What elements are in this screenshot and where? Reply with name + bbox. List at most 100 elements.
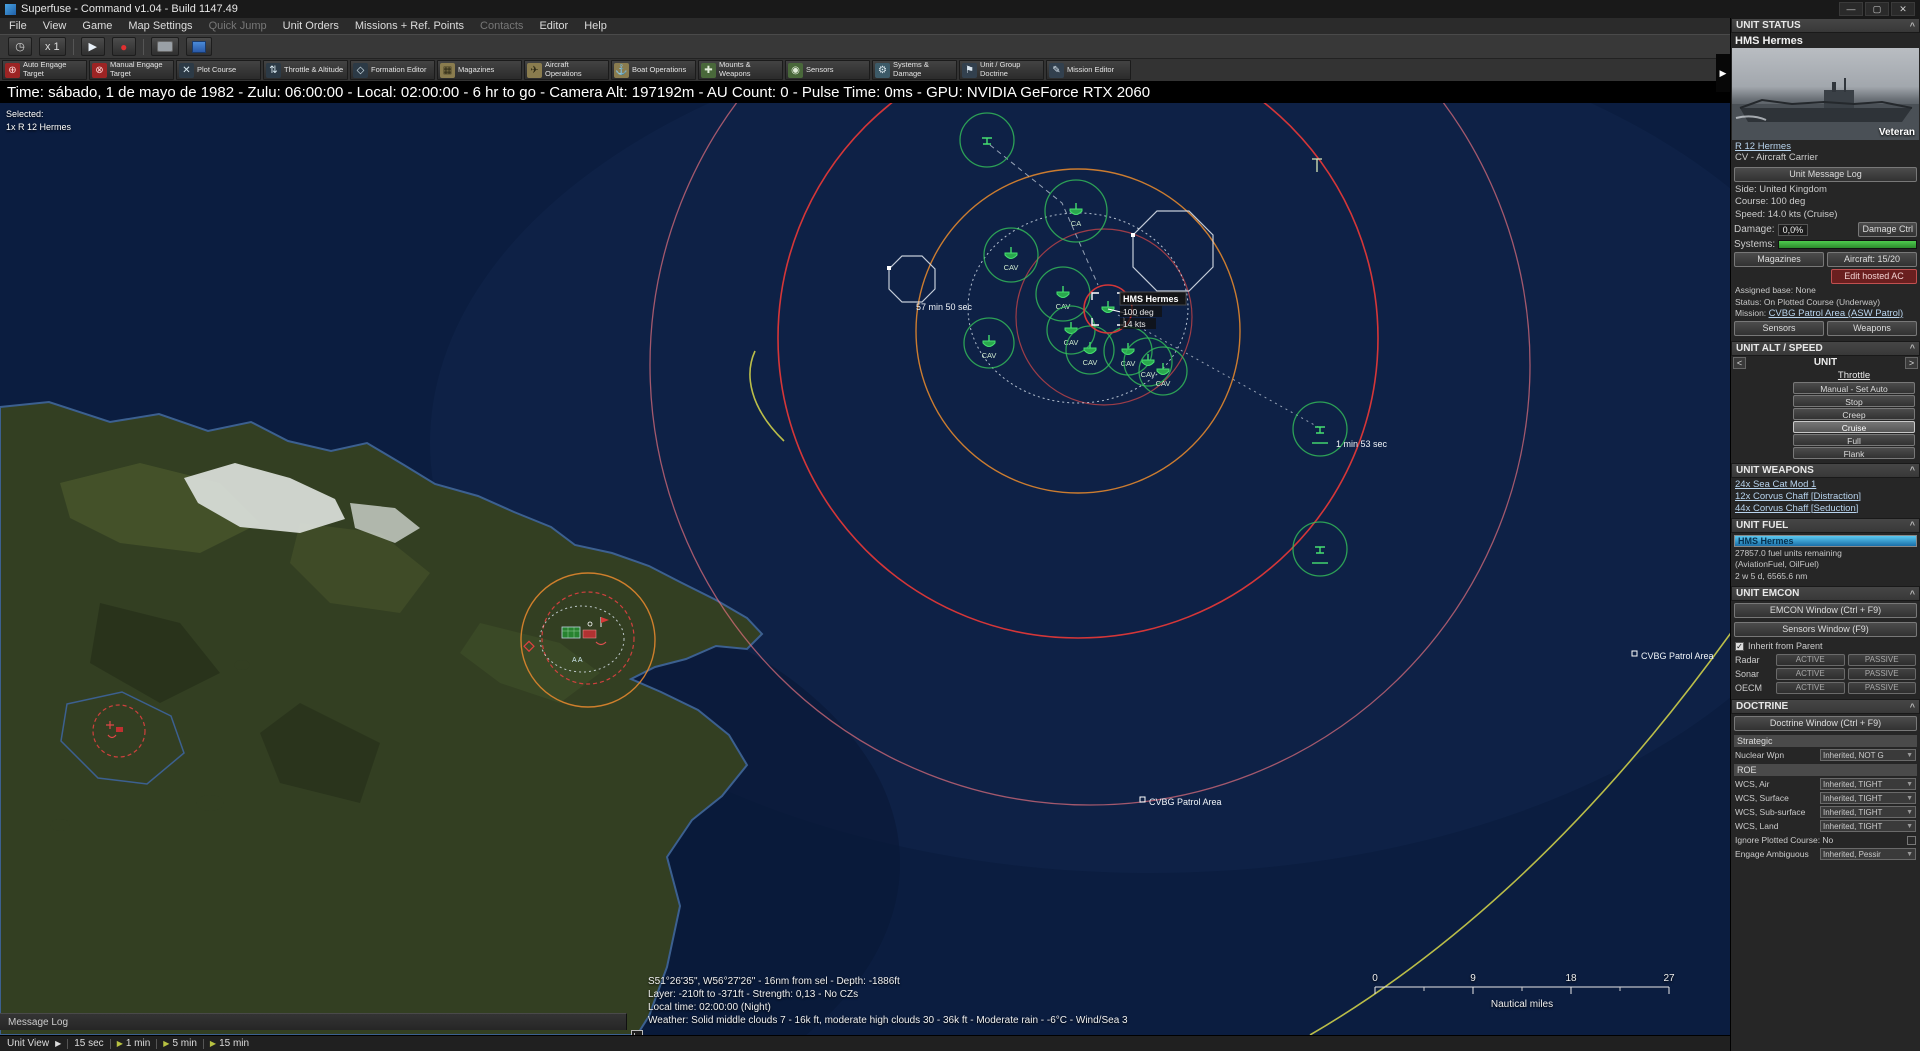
engage-ambiguous-dropdown[interactable]: Inherited, Pessir ▼	[1820, 848, 1916, 860]
tactical-map[interactable]: 57 min 50 sec CA CAV CA	[0, 103, 1730, 1035]
wcs-land-dropdown[interactable]: Inherited, TIGHT ▼	[1820, 820, 1916, 832]
close-button[interactable]: ✕	[1891, 2, 1915, 16]
oecm-passive-button[interactable]: PASSIVE	[1848, 682, 1917, 694]
ribbon-boat-operations[interactable]: ⚓Boat Operations	[611, 60, 696, 80]
throttle-stop-button[interactable]: Stop	[1793, 395, 1915, 407]
ribbon-formation-editor[interactable]: ◇Formation Editor	[350, 60, 435, 80]
radar-active-button[interactable]: ACTIVE	[1776, 654, 1845, 666]
throttle-creep-button[interactable]: Creep	[1793, 408, 1915, 420]
throttle-flank-button[interactable]: Flank	[1793, 447, 1915, 459]
ribbon-auto-engage-target[interactable]: ⊕Auto Engage Target	[2, 60, 87, 80]
ribbon-sensors[interactable]: ◉Sensors	[785, 60, 870, 80]
doctrine-window-button[interactable]: Doctrine Window (Ctrl + F9)	[1734, 716, 1917, 731]
damage-ctrl-button[interactable]: Damage Ctrl	[1858, 222, 1917, 237]
wcs-land-row: WCS, Land Inherited, TIGHT ▼	[1731, 819, 1920, 833]
doctrine-header[interactable]: DOCTRINE ^	[1731, 699, 1920, 714]
play-icon[interactable]: ▶	[81, 37, 105, 56]
next-unit-button[interactable]: >	[1905, 357, 1918, 369]
collapse-icon[interactable]: ^	[1910, 343, 1915, 353]
unit-fuel-header[interactable]: UNIT FUEL ^	[1731, 518, 1920, 533]
menu-file[interactable]: File	[9, 20, 27, 32]
ribbon-mounts-weapons[interactable]: ✚Mounts & Weapons	[698, 60, 783, 80]
ribbon-mission-editor[interactable]: ✎Mission Editor	[1046, 60, 1131, 80]
stores-row: Magazines Aircraft: 15/20	[1731, 251, 1920, 268]
inherit-parent-row[interactable]: ✓ Inherit from Parent	[1731, 639, 1920, 653]
wcs-subsurface-dropdown[interactable]: Inherited, TIGHT ▼	[1820, 806, 1916, 818]
edit-hosted-ac-button[interactable]: Edit hosted AC	[1831, 269, 1917, 284]
throttle-cruise-button[interactable]: Cruise	[1793, 421, 1915, 433]
mission-link[interactable]: CVBG Patrol Area (ASW Patrol)	[1769, 308, 1904, 319]
unit-message-log-button[interactable]: Unit Message Log	[1734, 167, 1917, 182]
unit-class-link[interactable]: R 12 Hermes	[1731, 140, 1920, 152]
ribbon-unit-group-doctrine[interactable]: ⚑Unit / Group Doctrine	[959, 60, 1044, 80]
radar-passive-button[interactable]: PASSIVE	[1848, 654, 1917, 666]
wcs-surface-dropdown[interactable]: Inherited, TIGHT ▼	[1820, 792, 1916, 804]
panel-collapse-arrow[interactable]: ▶	[1716, 54, 1730, 92]
oecm-active-button[interactable]: ACTIVE	[1776, 682, 1845, 694]
maximize-button[interactable]: ▢	[1865, 2, 1889, 16]
minimize-button[interactable]: —	[1839, 2, 1863, 16]
sonar-active-button[interactable]: ACTIVE	[1776, 668, 1845, 680]
unit-nav-label: UNIT	[1748, 357, 1903, 368]
nuclear-wpn-dropdown[interactable]: Inherited, NOT G ▼	[1820, 749, 1916, 761]
menu-map-settings[interactable]: Map Settings	[128, 20, 192, 32]
collapse-icon[interactable]: ^	[1910, 702, 1915, 712]
manual-set-auto-button[interactable]: Manual - Set Auto	[1793, 382, 1915, 394]
aircraft-button[interactable]: Aircraft: 15/20	[1827, 252, 1917, 267]
menu-unit-orders[interactable]: Unit Orders	[283, 20, 339, 32]
throttle-full-button[interactable]: Full	[1793, 434, 1915, 446]
clock-icon[interactable]: ◷	[8, 37, 32, 56]
weapon-link[interactable]: 24x Sea Cat Mod 1	[1731, 478, 1920, 490]
collapse-icon[interactable]: ^	[1910, 21, 1915, 31]
menu-editor[interactable]: Editor	[539, 20, 568, 32]
ribbon-systems-damage[interactable]: ⚙Systems & Damage	[872, 60, 957, 80]
svg-text:CAV: CAV	[1156, 379, 1171, 388]
menu-game[interactable]: Game	[82, 20, 112, 32]
unit-alt-speed-header[interactable]: UNIT ALT / SPEED ^	[1731, 341, 1920, 356]
menu-view[interactable]: View	[43, 20, 67, 32]
speed-5-min[interactable]: ▶ 5 min	[163, 1038, 197, 1049]
collapse-icon[interactable]: ^	[1910, 520, 1915, 530]
ribbon-magazines[interactable]: ▦Magazines	[437, 60, 522, 80]
ignore-plotted-course-row[interactable]: Ignore Plotted Course: No	[1731, 833, 1920, 847]
manual-engage-icon: ⊗	[92, 63, 107, 78]
wcs-air-dropdown[interactable]: Inherited, TIGHT ▼	[1820, 778, 1916, 790]
toolbar-divider	[73, 39, 74, 55]
time-scale-button[interactable]: x 1	[39, 37, 66, 56]
sensors-window-button[interactable]: Sensors Window (F9)	[1734, 622, 1917, 637]
collapse-icon[interactable]: ^	[1910, 589, 1915, 599]
checkbox-unchecked-icon[interactable]	[1907, 836, 1916, 845]
record-icon[interactable]: ●	[112, 37, 136, 56]
checkbox-checked-icon[interactable]: ✓	[1735, 642, 1744, 651]
fuel-gauge: HMS Hermes	[1734, 535, 1917, 547]
view-mode-label[interactable]: Unit View	[7, 1038, 49, 1049]
map-area[interactable]: 57 min 50 sec CA CAV CA	[0, 103, 1730, 1035]
weapon-link[interactable]: 12x Corvus Chaff [Distraction]	[1731, 490, 1920, 502]
menu-help[interactable]: Help	[584, 20, 607, 32]
message-log-bar[interactable]: Message Log	[0, 1013, 627, 1030]
ribbon-aircraft-operations[interactable]: ✈Aircraft Operations	[524, 60, 609, 80]
weapons-button[interactable]: Weapons	[1827, 321, 1917, 336]
collapse-icon[interactable]: ^	[1910, 465, 1915, 475]
unit-emcon-header[interactable]: UNIT EMCON ^	[1731, 586, 1920, 601]
ribbon-plot-course[interactable]: ✕Plot Course	[176, 60, 261, 80]
weapon-link[interactable]: 44x Corvus Chaff [Seduction]	[1731, 502, 1920, 514]
ribbon-manual-engage-target[interactable]: ⊗Manual Engage Target	[89, 60, 174, 80]
engage-ambiguous-row: Engage Ambiguous Inherited, Pessir ▼	[1731, 847, 1920, 861]
unit-status-header[interactable]: UNIT STATUS ^	[1731, 18, 1920, 33]
magazines-button[interactable]: Magazines	[1734, 252, 1824, 267]
sensors-button[interactable]: Sensors	[1734, 321, 1824, 336]
speed-1-min[interactable]: ▶ 1 min	[117, 1038, 151, 1049]
speed-15-min[interactable]: ▶ 15 min	[210, 1038, 249, 1049]
sonar-passive-button[interactable]: PASSIVE	[1848, 668, 1917, 680]
prev-unit-button[interactable]: <	[1733, 357, 1746, 369]
ribbon-throttle-altitude[interactable]: ⇅Throttle & Altitude	[263, 60, 348, 80]
menu-missions-ref-points[interactable]: Missions + Ref. Points	[355, 20, 464, 32]
screenshot-icon[interactable]	[186, 37, 212, 56]
map-info-icon[interactable]	[631, 1030, 643, 1035]
speed-15-sec[interactable]: 15 sec	[74, 1038, 103, 1049]
printer-icon[interactable]	[151, 37, 179, 56]
emcon-window-button[interactable]: EMCON Window (Ctrl + F9)	[1734, 603, 1917, 618]
unit-weapons-header[interactable]: UNIT WEAPONS ^	[1731, 463, 1920, 478]
step-play-icon[interactable]: ▶	[55, 1039, 61, 1048]
